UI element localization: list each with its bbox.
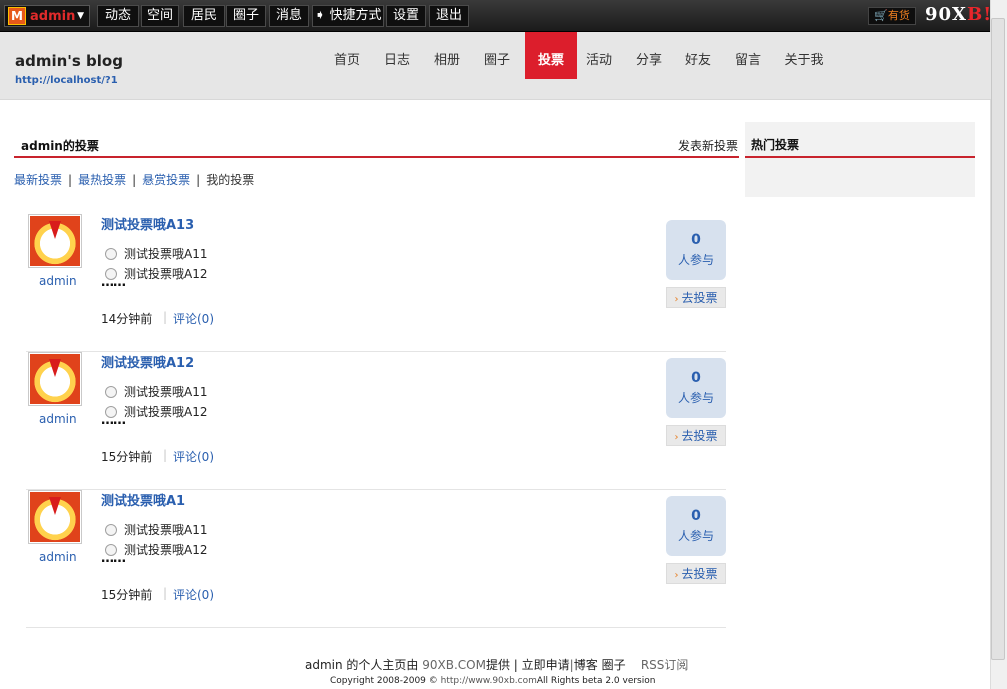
participant-count: 0 人参与: [666, 358, 726, 418]
nav-vote[interactable]: 投票: [525, 32, 577, 79]
more-options: ……: [101, 275, 126, 290]
nav-about[interactable]: 关于我: [777, 32, 831, 79]
copyright-url[interactable]: http://www.90xb.com: [441, 676, 537, 686]
poll-comments-link[interactable]: 评论(0): [173, 586, 214, 603]
user-menu[interactable]: M admin ▼: [4, 5, 90, 27]
avatar[interactable]: [28, 352, 82, 406]
vote-subnav: 最新投票 | 最热投票 | 悬赏投票 | 我的投票: [14, 173, 255, 187]
toolbar-item-settings[interactable]: 设置: [386, 5, 426, 27]
poll-item: admin 测试投票哦A12 测试投票哦A11 测试投票哦A12 …… 15分钟…: [26, 352, 726, 490]
toolbar-item-feed[interactable]: 动态: [97, 5, 139, 27]
toolbar-item-messages[interactable]: 消息: [269, 5, 309, 27]
footer-provider[interactable]: 90XB.COM: [422, 658, 486, 672]
radio-icon[interactable]: [105, 247, 117, 260]
blog-url[interactable]: http://localhost/?1: [15, 75, 118, 86]
footer-bokee-link[interactable]: 博客: [574, 658, 598, 672]
poll-time: 15分钟前: [101, 588, 153, 602]
site-logo-icon: M: [8, 7, 26, 25]
toolbar-item-shortcuts[interactable]: ➧ 快捷方式: [312, 5, 384, 27]
chevron-down-icon[interactable]: ▼: [77, 11, 84, 21]
participant-count: 0 人参与: [666, 496, 726, 556]
poll-title[interactable]: 测试投票哦A1: [101, 490, 185, 509]
subnav-reward[interactable]: 悬赏投票: [142, 173, 190, 187]
subnav-mine[interactable]: 我的投票: [206, 173, 254, 187]
arrow-right-icon: ›: [674, 570, 679, 581]
sidebar-rule: [745, 156, 975, 158]
nav-friends[interactable]: 好友: [677, 32, 719, 79]
arrow-right-icon: ›: [674, 432, 679, 443]
new-vote-link[interactable]: 发表新投票: [678, 137, 738, 154]
more-options: ……: [101, 413, 126, 428]
toolbar-item-residents[interactable]: 居民: [183, 5, 225, 27]
poll-title[interactable]: 测试投票哦A13: [101, 214, 194, 233]
poll-item: admin 测试投票哦A13 测试投票哦A11 测试投票哦A12 …… 14分钟…: [26, 214, 726, 352]
arrow-right-icon: ›: [674, 294, 679, 305]
subnav-latest[interactable]: 最新投票: [14, 173, 62, 187]
footer-apply-link[interactable]: 立即申请: [522, 658, 570, 672]
nav-guestbook[interactable]: 留言: [727, 32, 769, 79]
blog-title[interactable]: admin's blog: [15, 52, 123, 70]
hot-votes-panel: 热门投票: [745, 122, 975, 197]
cart-icon: 🛒: [874, 9, 888, 22]
subnav-hottest[interactable]: 最热投票: [78, 173, 126, 187]
username[interactable]: admin: [30, 9, 75, 24]
footer-circle-link[interactable]: 圈子: [602, 658, 626, 672]
hot-votes-title: 热门投票: [751, 138, 800, 152]
shop-button[interactable]: 🛒有货: [868, 7, 916, 25]
nav-blog[interactable]: 日志: [376, 32, 418, 79]
nav-home[interactable]: 首页: [326, 32, 368, 79]
section-rule: [14, 156, 739, 158]
vertical-scrollbar[interactable]: [990, 0, 1007, 689]
toolbar-item-logout[interactable]: 退出: [429, 5, 469, 27]
poll-author[interactable]: admin: [39, 550, 77, 564]
brand-logo[interactable]: 90XB!: [925, 4, 992, 25]
go-vote-button[interactable]: › 去投票: [666, 563, 726, 584]
poll-option[interactable]: 测试投票哦A11: [105, 245, 207, 262]
radio-icon[interactable]: [105, 385, 117, 398]
poll-option[interactable]: 测试投票哦A11: [105, 521, 207, 538]
toolbar-item-circles[interactable]: 圈子: [226, 5, 266, 27]
poll-time: 15分钟前: [101, 450, 153, 464]
blog-header: admin's blog http://localhost/?1 首页 日志 相…: [0, 32, 991, 100]
participant-count: 0 人参与: [666, 220, 726, 280]
footer-rss-link[interactable]: RSS订阅: [641, 658, 689, 672]
footer-owner: admin 的个人主页由: [305, 658, 419, 672]
poll-option[interactable]: 测试投票哦A11: [105, 383, 207, 400]
scrollbar-thumb[interactable]: [991, 18, 1005, 660]
subnav-separator: |: [68, 173, 73, 187]
poll-comments-link[interactable]: 评论(0): [173, 310, 214, 327]
poll-author[interactable]: admin: [39, 274, 77, 288]
radio-icon[interactable]: [105, 523, 117, 536]
avatar[interactable]: [28, 214, 82, 268]
poll-item: admin 测试投票哦A1 测试投票哦A11 测试投票哦A12 …… 15分钟前…: [26, 490, 726, 628]
footer-links: admin 的个人主页由 90XB.COM提供 | 立即申请|博客 圈子 RSS…: [305, 658, 689, 672]
poll-title[interactable]: 测试投票哦A12: [101, 352, 194, 371]
more-options: ……: [101, 551, 126, 566]
poll-time: 14分钟前: [101, 312, 153, 326]
nav-events[interactable]: 活动: [578, 32, 620, 79]
nav-circle[interactable]: 圈子: [476, 32, 518, 79]
nav-album[interactable]: 相册: [426, 32, 468, 79]
poll-comments-link[interactable]: 评论(0): [173, 448, 214, 465]
avatar[interactable]: [28, 490, 82, 544]
top-toolbar: M admin ▼ 动态 空间 居民 圈子 消息 ➧ 快捷方式 设置 退出 🛒有…: [0, 0, 991, 32]
copyright: Copyright 2008-2009 © http://www.90xb.co…: [330, 676, 656, 686]
section-title: admin的投票: [21, 139, 99, 153]
toolbar-item-space[interactable]: 空间: [141, 5, 179, 27]
nav-share[interactable]: 分享: [628, 32, 670, 79]
go-vote-button[interactable]: › 去投票: [666, 287, 726, 308]
go-vote-button[interactable]: › 去投票: [666, 425, 726, 446]
poll-author[interactable]: admin: [39, 412, 77, 426]
shop-label: 有货: [887, 9, 910, 22]
